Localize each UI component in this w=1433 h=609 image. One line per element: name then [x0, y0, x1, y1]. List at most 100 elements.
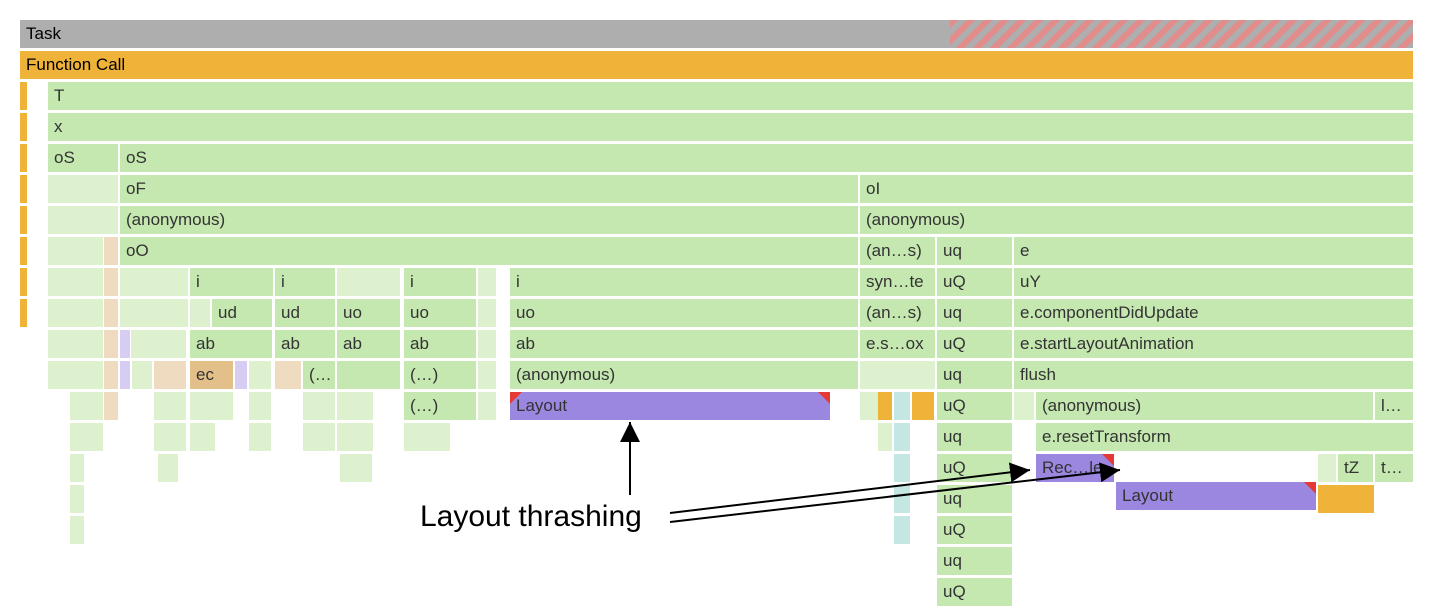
flame-row-11: ec (… (…) (anonymous) uq flush — [20, 361, 1413, 391]
frame-el[interactable]: (…) — [404, 392, 476, 420]
frame-i1[interactable]: i — [190, 268, 273, 296]
frame-ans[interactable]: (an…s) — [860, 237, 935, 265]
frame-label: oS — [54, 148, 75, 168]
frame-flush[interactable]: flush — [1014, 361, 1413, 389]
frame-e[interactable]: e — [1014, 237, 1413, 265]
flame-row-10: ab ab ab ab ab e.s…ox uQ e.startLayoutAn… — [20, 330, 1413, 360]
frame-oS1[interactable]: oS — [48, 144, 118, 172]
frame-label: uQ — [943, 272, 966, 292]
frame-layout-1[interactable]: Layout — [510, 392, 830, 420]
frame-label: i — [196, 272, 200, 292]
function-call-bar[interactable]: Function Call — [20, 51, 1413, 79]
frame-T[interactable]: T — [48, 82, 1413, 110]
frame-blank — [70, 392, 103, 420]
frame-anon[interactable]: (anonymous) — [510, 361, 858, 389]
flame-row-16: uQ — [20, 516, 1413, 546]
frame-recalc[interactable]: Rec…le — [1036, 454, 1114, 482]
frame-ud2[interactable]: ud — [275, 299, 335, 327]
frame-blank — [337, 392, 373, 420]
frame-orange — [1318, 485, 1374, 513]
frame-ans[interactable]: (an…s) — [860, 299, 935, 327]
frame-uQ[interactable]: uQ — [937, 392, 1012, 420]
frame-blank — [337, 423, 373, 451]
frame-tan — [104, 237, 118, 265]
frame-ab1[interactable]: ab — [190, 330, 272, 358]
frame-oS2[interactable]: oS — [120, 144, 1413, 172]
frame-tan — [104, 268, 118, 296]
frame-el1[interactable]: (… — [303, 361, 335, 389]
frame-purple-s — [235, 361, 247, 389]
frame-tZ[interactable]: tZ — [1338, 454, 1373, 482]
frame-uq[interactable]: uq — [937, 361, 1012, 389]
frame-ab5[interactable]: ab — [510, 330, 858, 358]
frame-blank — [48, 299, 103, 327]
frame-blank — [478, 330, 496, 358]
sliver — [20, 268, 27, 296]
frame-tan — [104, 392, 118, 420]
frame-i3[interactable]: i — [404, 268, 476, 296]
frame-esox[interactable]: e.s…ox — [860, 330, 935, 358]
flame-row-5: oF oI — [20, 175, 1413, 205]
frame-anon2[interactable]: (anonymous) — [860, 206, 1413, 234]
frame-i4[interactable]: i — [510, 268, 858, 296]
frame-anon1[interactable]: (anonymous) — [120, 206, 858, 234]
frame-oO[interactable]: oO — [120, 237, 858, 265]
frame-uo3[interactable]: uo — [510, 299, 858, 327]
frame-uq[interactable]: uq — [937, 423, 1012, 451]
frame-uQ[interactable]: uQ — [937, 268, 1012, 296]
frame-label: syn…te — [866, 272, 924, 292]
func-label: Function Call — [26, 55, 125, 75]
frame-uq[interactable]: uq — [937, 299, 1012, 327]
frame-ec[interactable]: ec — [190, 361, 233, 389]
frame-ab3[interactable]: ab — [337, 330, 400, 358]
frame-ecdu[interactable]: e.componentDidUpdate — [1014, 299, 1413, 327]
frame-uQ[interactable]: uQ — [937, 454, 1012, 482]
frame-label: ab — [343, 334, 362, 354]
frame-uq[interactable]: uq — [937, 547, 1012, 575]
frame-uY[interactable]: uY — [1014, 268, 1413, 296]
frame-el2[interactable]: (…) — [404, 361, 476, 389]
frame-label: (anonymous) — [126, 210, 225, 230]
frame-label: uo — [343, 303, 362, 323]
frame-label: (an…s) — [866, 241, 922, 261]
frame-ud1[interactable]: ud — [212, 299, 272, 327]
frame-label: uY — [1020, 272, 1041, 292]
frame-orange — [878, 392, 892, 420]
frame-oI[interactable]: oI — [860, 175, 1413, 203]
frame-uQ[interactable]: uQ — [937, 330, 1012, 358]
frame-ert[interactable]: e.resetTransform — [1036, 423, 1413, 451]
flame-chart[interactable]: Task Function Call T x oS oS — [20, 20, 1413, 609]
frame-blank — [478, 268, 496, 296]
frame-uo1[interactable]: uo — [337, 299, 400, 327]
frame-esla[interactable]: e.startLayoutAnimation — [1014, 330, 1413, 358]
frame-uo2[interactable]: uo — [404, 299, 476, 327]
frame-label: x — [54, 117, 63, 137]
frame-anon2[interactable]: (anonymous) — [1036, 392, 1373, 420]
frame-label: e — [1020, 241, 1029, 261]
frame-uq[interactable]: uq — [937, 237, 1012, 265]
sliver — [20, 237, 27, 265]
frame-blank — [48, 361, 103, 389]
frame-uq[interactable]: uq — [937, 485, 1012, 513]
frame-blank — [120, 299, 188, 327]
frame-label: uq — [943, 551, 962, 571]
frame-label: i — [281, 272, 285, 292]
flame-row-2: T — [20, 82, 1413, 112]
frame-blank — [249, 423, 271, 451]
frame-tdots[interactable]: t… — [1375, 454, 1413, 482]
frame-tan — [104, 299, 118, 327]
frame-label: (…) — [410, 365, 438, 385]
frame-i2[interactable]: i — [275, 268, 335, 296]
frame-syn[interactable]: syn…te — [860, 268, 935, 296]
frame-ab4[interactable]: ab — [404, 330, 476, 358]
frame-uQ[interactable]: uQ — [937, 516, 1012, 544]
frame-ab2[interactable]: ab — [275, 330, 335, 358]
flame-row-0: Task — [20, 20, 1413, 50]
frame-cyan — [894, 485, 910, 513]
frame-cyan — [894, 392, 910, 420]
frame-blank — [1318, 454, 1336, 482]
frame-x[interactable]: x — [48, 113, 1413, 141]
frame-ldots[interactable]: l… — [1375, 392, 1413, 420]
frame-oF[interactable]: oF — [120, 175, 858, 203]
sliver — [20, 82, 27, 110]
